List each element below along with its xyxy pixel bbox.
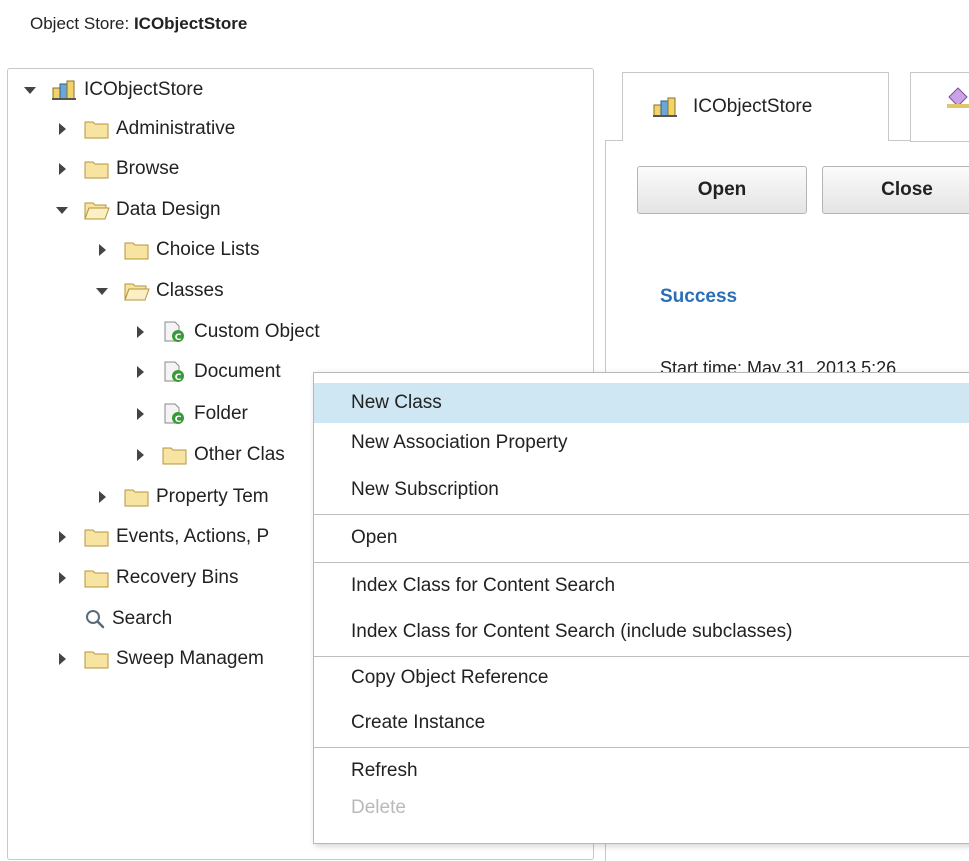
expanded-twisty-icon[interactable]: [94, 283, 110, 299]
tree-item-recovery-bins[interactable]: Recovery Bins: [54, 561, 239, 595]
context-menu: New Class New Association Property New S…: [313, 372, 969, 844]
class-icon: C: [162, 321, 188, 343]
expanded-twisty-icon[interactable]: [54, 202, 70, 218]
tree-item-icobjectstore[interactable]: ICObjectStore: [22, 73, 203, 107]
tree-item-label: Data Design: [116, 199, 221, 220]
svg-text:C: C: [175, 333, 182, 343]
folder-icon: [124, 486, 150, 508]
status-title: Success: [660, 286, 738, 307]
folder-icon: [84, 648, 110, 670]
tree-item-label: Browse: [116, 158, 180, 179]
tree-item-label: Property Tem: [156, 486, 269, 507]
object-store-icon: [653, 96, 679, 118]
collapsed-twisty-icon[interactable]: [132, 324, 148, 340]
menu-item-label: New Class: [351, 392, 442, 413]
folder-open-icon: [84, 199, 110, 221]
menu-item-label: New Association Property: [351, 432, 568, 453]
tree-item-label: Sweep Managem: [116, 648, 264, 669]
folder-icon: [162, 444, 188, 466]
collapsed-twisty-icon[interactable]: [54, 161, 70, 177]
tree-item-label: Administrative: [116, 118, 236, 139]
menu-item-new-subscription[interactable]: New Subscription: [314, 470, 969, 510]
menu-item-delete: Delete: [314, 788, 969, 828]
menu-separator: [314, 747, 969, 748]
tree-item-label: ICObjectStore: [84, 79, 204, 100]
tree-item-search[interactable]: Search: [84, 602, 172, 636]
folder-icon: [84, 118, 110, 140]
menu-item-label: Open: [351, 527, 398, 548]
folder-open-icon: [124, 280, 150, 302]
tree-item-administrative[interactable]: Administrative: [54, 112, 235, 146]
class-icon: C: [162, 361, 188, 383]
menu-item-index-class[interactable]: Index Class for Content Search: [314, 566, 969, 606]
menu-item-label: Delete: [351, 797, 406, 818]
collapsed-twisty-icon[interactable]: [54, 570, 70, 586]
tree-item-label: Choice Lists: [156, 239, 260, 260]
tree-item-label: Folder: [194, 403, 248, 424]
menu-item-label: Create Instance: [351, 712, 486, 733]
menu-item-open[interactable]: Open: [314, 518, 969, 558]
tree-item-events-actions[interactable]: Events, Actions, P: [54, 520, 269, 554]
expanded-twisty-icon[interactable]: [22, 82, 38, 98]
svg-text:C: C: [175, 373, 182, 383]
tab-secondary[interactable]: [910, 72, 969, 142]
tree-item-label: Custom Object: [194, 321, 320, 342]
tree-item-label: Events, Actions, P: [116, 526, 270, 547]
menu-item-label: Refresh: [351, 760, 418, 781]
folder-icon: [84, 567, 110, 589]
tree-item-label: Other Clas: [194, 444, 285, 465]
header-prefix: Object Store:: [30, 14, 134, 33]
collapsed-twisty-icon[interactable]: [54, 529, 70, 545]
svg-text:C: C: [175, 415, 182, 425]
object-store-icon: [52, 79, 78, 101]
tree-item-sweep-management[interactable]: Sweep Managem: [54, 642, 264, 676]
collapsed-twisty-icon[interactable]: [132, 447, 148, 463]
tree-item-folder[interactable]: C Folder: [132, 397, 248, 431]
folder-icon: [124, 239, 150, 261]
tree-item-label: Recovery Bins: [116, 567, 239, 588]
tab-icobjectstore[interactable]: ICObjectStore: [622, 72, 889, 141]
menu-separator: [314, 514, 969, 515]
collapsed-twisty-icon[interactable]: [54, 651, 70, 667]
menu-item-copy-object-reference[interactable]: Copy Object Reference: [314, 658, 969, 698]
menu-item-label: Index Class for Content Search: [351, 575, 616, 596]
tree-item-label: Document: [194, 361, 281, 382]
tree-item-choice-lists[interactable]: Choice Lists: [94, 233, 260, 267]
menu-item-index-class-subclasses[interactable]: Index Class for Content Search (include …: [314, 612, 969, 652]
menu-item-refresh[interactable]: Refresh: [314, 751, 969, 791]
menu-item-label: Copy Object Reference: [351, 667, 549, 688]
folder-icon: [84, 526, 110, 548]
collapsed-twisty-icon[interactable]: [132, 406, 148, 422]
open-button[interactable]: Open: [637, 166, 807, 214]
menu-item-label: Index Class for Content Search (include …: [351, 621, 793, 642]
menu-item-new-association-property[interactable]: New Association Property: [314, 423, 969, 463]
collapsed-twisty-icon[interactable]: [94, 242, 110, 258]
header-store-name: ICObjectStore: [133, 14, 248, 33]
tree-item-label: Classes: [156, 280, 224, 301]
tree-item-other-classes[interactable]: Other Clas: [132, 438, 285, 472]
menu-separator: [314, 562, 969, 563]
tree-item-classes[interactable]: Classes: [94, 274, 224, 308]
property-template-icon: [947, 87, 969, 114]
menu-item-create-instance[interactable]: Create Instance: [314, 703, 969, 743]
search-icon: [84, 608, 106, 630]
menu-separator: [314, 656, 969, 657]
collapsed-twisty-icon[interactable]: [132, 364, 148, 380]
tree-item-document[interactable]: C Document: [132, 355, 281, 389]
folder-icon: [84, 158, 110, 180]
tab-label: ICObjectStore: [693, 96, 813, 117]
menu-item-label: New Subscription: [351, 479, 499, 500]
tree-item-property-templates[interactable]: Property Tem: [94, 480, 269, 514]
class-icon: C: [162, 403, 188, 425]
close-button[interactable]: Close: [822, 166, 969, 214]
collapsed-twisty-icon[interactable]: [54, 121, 70, 137]
object-store-header: Object Store: ICObjectStore: [30, 14, 247, 34]
menu-item-new-class[interactable]: New Class: [314, 383, 969, 423]
collapsed-twisty-icon[interactable]: [94, 489, 110, 505]
tree-item-data-design[interactable]: Data Design: [54, 193, 221, 227]
tree-item-custom-object[interactable]: C Custom Object: [132, 315, 320, 349]
tree-item-browse[interactable]: Browse: [54, 152, 179, 186]
tree-item-label: Search: [112, 608, 173, 629]
